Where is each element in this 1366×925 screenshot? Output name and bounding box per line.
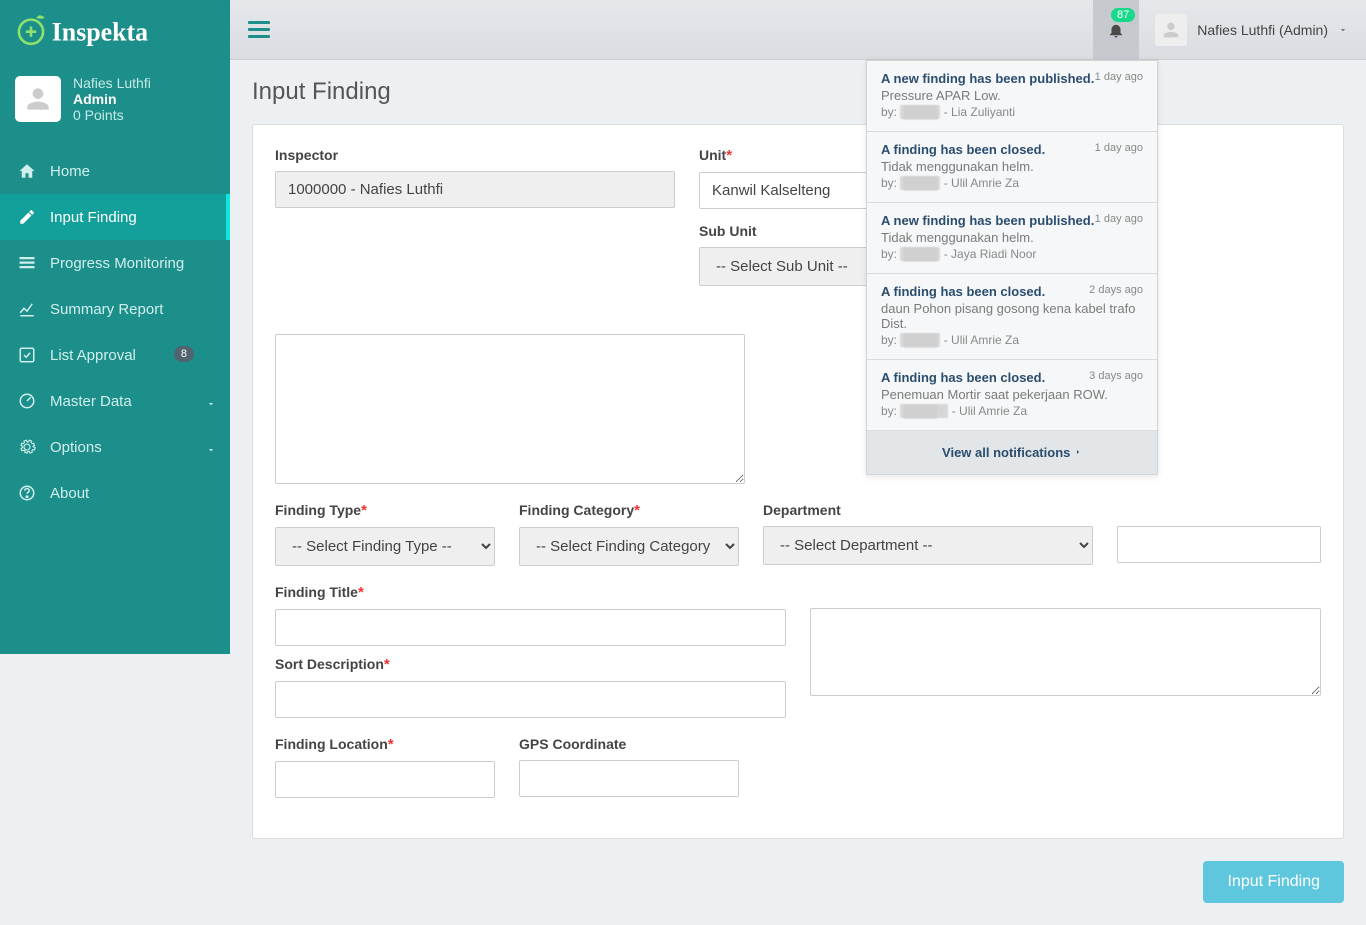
- notification-by: by: ████ - Ulil Amrie Za: [881, 176, 1143, 190]
- home-icon: [18, 162, 36, 180]
- finding-location-input[interactable]: [275, 761, 495, 798]
- dashboard-icon: [18, 392, 36, 410]
- svg-text:Inspekta: Inspekta: [52, 17, 148, 46]
- avatar: [15, 76, 61, 122]
- finding-type-select[interactable]: -- Select Finding Type --: [275, 527, 495, 566]
- nav-home[interactable]: Home: [0, 148, 230, 194]
- tasks-icon: [18, 254, 36, 272]
- page-title: Input Finding: [230, 60, 1366, 124]
- finding-title-input[interactable]: [275, 609, 786, 646]
- finding-type-label: Finding Type*: [275, 502, 495, 519]
- sidebar-nav: Home Input Finding Progress Monitoring S…: [0, 148, 230, 516]
- notification-item[interactable]: A new finding has been published.1 day a…: [867, 203, 1157, 274]
- chevron-right-icon: [1074, 447, 1082, 457]
- finding-photos-area[interactable]: [275, 334, 745, 484]
- avatar: [1155, 14, 1187, 46]
- chevron-down-icon: [206, 396, 216, 413]
- finding-category-select[interactable]: -- Select Finding Category --: [519, 527, 739, 566]
- notification-time: 1 day ago: [1095, 71, 1143, 83]
- nav-progress-monitoring[interactable]: Progress Monitoring: [0, 240, 230, 286]
- notification-desc: Tidak menggunakan helm.: [881, 159, 1143, 174]
- notification-item[interactable]: A finding has been closed. 1 day ago Tidak…: [867, 132, 1157, 203]
- gps-label: GPS Coordinate: [519, 736, 739, 752]
- notification-item[interactable]: A finding has been closed. 2 days ago daun…: [867, 274, 1157, 360]
- notification-time: 3 days ago: [1089, 370, 1143, 382]
- nav-list-approval[interactable]: List Approval8: [0, 332, 230, 378]
- chevron-down-icon: [1338, 25, 1348, 35]
- notification-by: by: ████ - Lia Zuliyanti: [881, 105, 1143, 119]
- topbar: 87 Nafies Luthfi (Admin): [230, 0, 1366, 60]
- notification-title: A finding has been closed.: [881, 142, 1045, 157]
- notification-by: by: ████ - Ulil Amrie Za: [881, 333, 1143, 347]
- submit-button[interactable]: Input Finding: [1203, 861, 1344, 903]
- check-square-icon: [18, 346, 36, 364]
- view-all-notifications[interactable]: View all notifications: [867, 431, 1157, 474]
- chart-icon: [18, 300, 36, 318]
- notification-title: A new finding has been published.: [881, 213, 1094, 228]
- bell-badge: 87: [1111, 8, 1135, 22]
- notification-title: A new finding has been published.: [881, 71, 1094, 86]
- bell-icon: [1107, 21, 1125, 39]
- notification-desc: Tidak menggunakan helm.: [881, 230, 1143, 245]
- gps-input[interactable]: [519, 760, 739, 797]
- inspector-label: Inspector: [275, 147, 675, 163]
- sidebar-user-block: Nafies Luthfi Admin 0 Points: [0, 60, 230, 138]
- notification-time: 1 day ago: [1095, 142, 1143, 154]
- finding-location-label: Finding Location*: [275, 736, 495, 753]
- nav-about[interactable]: About: [0, 470, 230, 516]
- notification-by: by: ████ - Jaya Riadi Noor: [881, 247, 1143, 261]
- inspector-input: [275, 171, 675, 208]
- form-card: Inspector Unit* Sub Unit -- Select Sub U…: [252, 124, 1344, 839]
- action-taken-input-small[interactable]: [1117, 526, 1321, 563]
- department-select[interactable]: -- Select Department --: [763, 526, 1093, 565]
- nav-master-data[interactable]: Master Data: [0, 378, 230, 424]
- chevron-down-icon: [206, 442, 216, 459]
- user-menu-label: Nafies Luthfi (Admin): [1197, 22, 1328, 38]
- question-icon: [18, 484, 36, 502]
- notification-title: A finding has been closed.: [881, 284, 1045, 299]
- notifications-panel: A new finding has been published.1 day a…: [866, 60, 1158, 475]
- sidebar-user-points: 0 Points: [73, 107, 151, 123]
- notification-title: A finding has been closed.: [881, 370, 1045, 385]
- notifications-bell[interactable]: 87: [1093, 0, 1139, 60]
- notification-desc: Penemuan Mortir saat pekerjaan ROW.: [881, 387, 1143, 402]
- nav-options[interactable]: Options: [0, 424, 230, 470]
- sort-description-input[interactable]: [275, 681, 786, 718]
- nav-input-finding[interactable]: Input Finding: [0, 194, 230, 240]
- department-label: Department: [763, 502, 1093, 518]
- list-approval-badge: 8: [174, 346, 194, 362]
- notification-item[interactable]: A finding has been closed. 3 days ago Pene…: [867, 360, 1157, 431]
- notification-by: by: ████Y - Ulil Amrie Za: [881, 404, 1143, 418]
- finding-category-label: Finding Category*: [519, 502, 739, 519]
- brand-logo: Inspekta: [0, 0, 230, 60]
- notification-desc: daun Pohon pisang gosong kena kabel traf…: [881, 301, 1143, 331]
- sidebar-user-role: Admin: [73, 91, 151, 107]
- user-menu[interactable]: Nafies Luthfi (Admin): [1155, 14, 1348, 46]
- notification-desc: Pressure APAR Low.: [881, 88, 1143, 103]
- gear-icon: [18, 438, 36, 456]
- notification-item[interactable]: A new finding has been published.1 day a…: [867, 61, 1157, 132]
- finding-title-label: Finding Title*: [275, 584, 786, 601]
- notification-time: 2 days ago: [1089, 284, 1143, 296]
- menu-toggle-icon[interactable]: [248, 21, 270, 39]
- edit-icon: [18, 208, 36, 226]
- sidebar: Inspekta Nafies Luthfi Admin 0 Points Ho…: [0, 0, 230, 654]
- sort-description-label: Sort Description*: [275, 656, 786, 673]
- sidebar-user-name: Nafies Luthfi: [73, 75, 151, 91]
- nav-summary-report[interactable]: Summary Report: [0, 286, 230, 332]
- notification-time: 1 day ago: [1095, 213, 1143, 225]
